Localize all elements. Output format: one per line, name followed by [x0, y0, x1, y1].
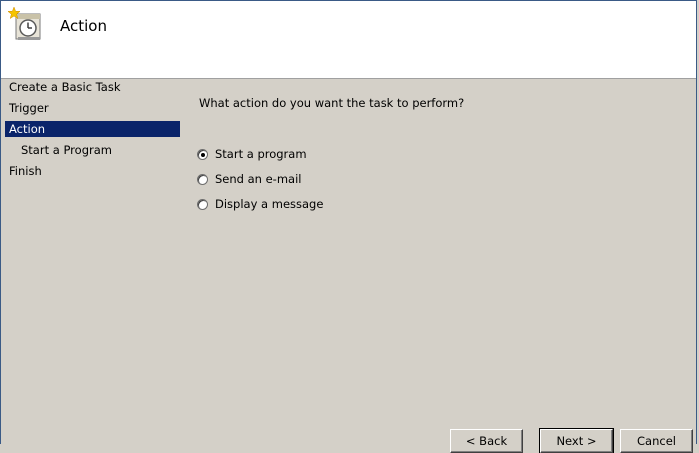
- radio-display-message[interactable]: [197, 198, 208, 210]
- option-send-email[interactable]: Send an e-mail: [197, 171, 301, 187]
- wizard-steps-sidebar: Create a Basic Task Trigger Action Start…: [1, 79, 183, 445]
- page-title: Action: [60, 17, 107, 35]
- task-scheduler-clock-icon: [8, 7, 41, 40]
- wizard-header: Action: [1, 1, 696, 79]
- radio-send-email[interactable]: [197, 173, 208, 185]
- sidebar-item-trigger[interactable]: Trigger: [5, 100, 180, 116]
- option-send-email-label: Send an e-mail: [215, 172, 302, 186]
- radio-start-program[interactable]: [197, 148, 208, 160]
- action-question-label: What action do you want the task to perf…: [199, 96, 465, 110]
- option-display-message[interactable]: Display a message: [197, 196, 323, 212]
- back-button[interactable]: < Back: [450, 429, 523, 453]
- wizard-content: What action do you want the task to perf…: [191, 79, 691, 409]
- cancel-button[interactable]: Cancel: [620, 429, 693, 453]
- sidebar-item-create-basic-task[interactable]: Create a Basic Task: [5, 79, 180, 95]
- option-start-program[interactable]: Start a program: [197, 146, 307, 162]
- option-display-message-label: Display a message: [215, 197, 324, 211]
- wizard-window: Action Create a Basic Task Trigger Actio…: [0, 0, 697, 453]
- next-button[interactable]: Next >: [539, 428, 614, 453]
- sidebar-item-action[interactable]: Action: [5, 121, 180, 137]
- sidebar-item-finish[interactable]: Finish: [5, 163, 180, 179]
- sidebar-item-start-a-program[interactable]: Start a Program: [5, 142, 180, 158]
- option-start-program-label: Start a program: [215, 147, 307, 161]
